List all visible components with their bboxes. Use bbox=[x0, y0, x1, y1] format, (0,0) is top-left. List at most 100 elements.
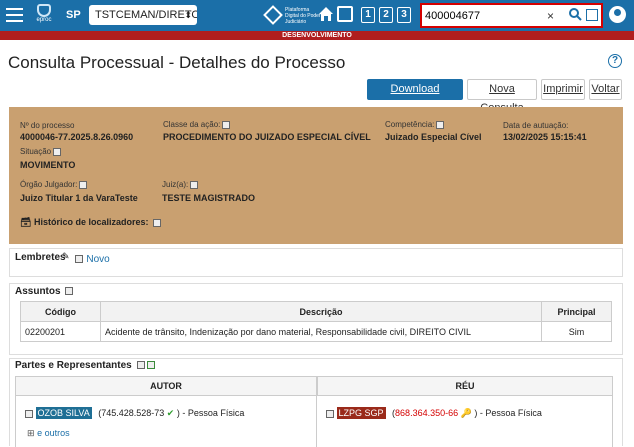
orgao-label-text: Órgão Julgador: bbox=[20, 180, 78, 189]
environment-banner: DESENVOLVIMENTO bbox=[0, 31, 634, 40]
situacao-value: MOVIMENTO bbox=[20, 160, 76, 170]
autor-name-tag[interactable]: OZOB SILVA bbox=[35, 407, 92, 419]
unit-select[interactable]: TSTCEMAN/DIRETOF ⬍ bbox=[89, 5, 197, 25]
historico-label: Histórico de localizadores: bbox=[33, 217, 149, 227]
reu-cpf: 868.364.350-66 bbox=[395, 408, 459, 418]
assuntos-table: Código Descrição Principal 02200201 Acid… bbox=[20, 301, 612, 342]
competencia-doc-icon[interactable] bbox=[436, 120, 445, 129]
user-icon[interactable] bbox=[609, 6, 626, 23]
assuntos-doc-icon[interactable] bbox=[65, 287, 74, 296]
competencia-value: Juizado Especial Cível bbox=[385, 132, 482, 142]
novo-lembrete-link[interactable]: Novo bbox=[73, 251, 110, 265]
juiz-value: TESTE MAGISTRADO bbox=[162, 193, 256, 203]
assuntos-title: Assuntos bbox=[15, 286, 74, 297]
menu-icon[interactable] bbox=[6, 8, 23, 22]
check-icon: ✔ bbox=[166, 408, 175, 418]
situacao-label: Situação bbox=[20, 147, 62, 156]
reu-doc-icon[interactable] bbox=[326, 409, 334, 418]
lembretes-title: Lembretes bbox=[15, 252, 66, 263]
process-search-input[interactable] bbox=[425, 7, 535, 25]
e-outros-link[interactable]: ⊞ e outros bbox=[27, 428, 70, 439]
e-outros-label: e outros bbox=[37, 428, 70, 438]
partes-section: Partes e Representantes AUTOR RÉU OZOB S… bbox=[9, 358, 623, 447]
autor-cpf: (745.428.528-73 bbox=[98, 408, 165, 418]
classe-value: PROCEDIMENTO DO JUIZADO ESPECIAL CÍVEL bbox=[163, 132, 371, 142]
voltar-label: Voltar bbox=[591, 83, 620, 95]
quick-button-3[interactable]: 3 bbox=[397, 7, 411, 23]
assuntos-header-row: Código Descrição Principal bbox=[20, 301, 612, 322]
reu-tipo: ) - Pessoa Física bbox=[474, 408, 542, 418]
autor-cell: OZOB SILVA (745.428.528-73 ✔ ) - Pessoa … bbox=[15, 396, 317, 447]
col-header-descricao: Descrição bbox=[100, 301, 542, 322]
process-search-box: × bbox=[420, 3, 603, 28]
new-note-icon bbox=[75, 254, 83, 263]
juiz-label-text: Juiz(a): bbox=[162, 180, 189, 189]
historico-doc-icon[interactable] bbox=[153, 218, 161, 227]
numero-value[interactable]: 4000046-77.2025.8.26.0960 bbox=[20, 132, 133, 142]
reu-name-tag[interactable]: LZPG SGP bbox=[336, 407, 386, 419]
assuntos-title-text: Assuntos bbox=[15, 286, 61, 297]
juiz-label: Juiz(a): bbox=[162, 180, 199, 189]
competencia-label-text: Competência: bbox=[385, 120, 435, 129]
top-bar: eproc SP TSTCEMAN/DIRETOF ⬍ Plataforma D… bbox=[0, 0, 634, 31]
partes-title-text: Partes e Representantes bbox=[15, 360, 132, 371]
autor-line: OZOB SILVA (745.428.528-73 ✔ ) - Pessoa … bbox=[23, 407, 244, 419]
classe-doc-icon[interactable] bbox=[222, 120, 231, 129]
autor-header: AUTOR bbox=[15, 376, 317, 396]
process-info-panel: Nº do processo 4000046-77.2025.8.26.0960… bbox=[9, 107, 623, 244]
pencil-icon[interactable]: ✎ bbox=[62, 251, 70, 262]
situacao-doc-icon[interactable] bbox=[53, 147, 62, 156]
reu-header: RÉU bbox=[317, 376, 613, 396]
descricao-cell: Acidente de trânsito, Indenização por da… bbox=[100, 321, 542, 342]
voltar-button[interactable]: Voltar bbox=[589, 79, 622, 100]
col-header-codigo: Código bbox=[20, 301, 101, 322]
external-link-icon[interactable] bbox=[586, 9, 598, 21]
classe-label: Classe da ação: bbox=[163, 120, 231, 129]
quick-button-1[interactable]: 1 bbox=[361, 7, 375, 23]
autor-doc-icon[interactable] bbox=[25, 409, 33, 418]
data-value: 13/02/2025 15:15:41 bbox=[503, 132, 587, 142]
numero-label: Nº do processo bbox=[20, 121, 75, 130]
reu-line: LZPG SGP (868.364.350-66 🔑 ) - Pessoa Fí… bbox=[324, 407, 542, 419]
lembretes-section: Lembretes ✎ Novo bbox=[9, 248, 623, 277]
nova-consulta-button[interactable]: Nova Consulta bbox=[467, 79, 537, 114]
juiz-doc-icon[interactable] bbox=[190, 180, 199, 189]
history-icon: 🗃 bbox=[20, 217, 32, 227]
orgao-doc-icon[interactable] bbox=[79, 180, 88, 189]
autor-tipo: ) - Pessoa Física bbox=[176, 408, 245, 418]
pdpj-diamond-icon bbox=[263, 5, 283, 25]
classe-label-text: Classe da ação: bbox=[163, 120, 221, 129]
novo-lembrete-label: Novo bbox=[86, 254, 110, 265]
principal-cell: Sim bbox=[541, 321, 612, 342]
eproc-logo[interactable]: eproc bbox=[33, 4, 55, 28]
help-icon[interactable]: ? bbox=[608, 54, 622, 68]
home-icon[interactable] bbox=[318, 6, 334, 22]
competencia-label: Competência: bbox=[385, 120, 445, 129]
eproc-logo-label: eproc bbox=[36, 17, 52, 23]
situacao-label-text: Situação bbox=[20, 147, 52, 156]
search-icon[interactable] bbox=[568, 7, 582, 21]
page-title: Consulta Processual - Detalhes do Proces… bbox=[8, 53, 346, 72]
pdpj-text: Plataforma Digital do Poder Judiciário bbox=[285, 7, 321, 25]
orgao-label: Órgão Julgador: bbox=[20, 180, 88, 189]
data-label: Data de autuação: bbox=[503, 121, 569, 130]
table-row: 02200201 Acidente de trânsito, Indenizaç… bbox=[20, 321, 612, 342]
clear-icon[interactable]: × bbox=[547, 9, 554, 23]
download-button[interactable]: Download Completo bbox=[367, 79, 463, 114]
state-label: SP bbox=[66, 9, 81, 21]
unit-select-value: TSTCEMAN/DIRETOF bbox=[95, 9, 197, 21]
historico-localizadores[interactable]: 🗃 Histórico de localizadores: bbox=[20, 217, 161, 228]
pdpj-logo[interactable]: Plataforma Digital do Poder Judiciário bbox=[263, 5, 321, 26]
expand-icon: ⊞ bbox=[27, 428, 35, 438]
key-icon: 🔑 bbox=[460, 408, 472, 418]
quick-button-2[interactable]: 2 bbox=[379, 7, 393, 23]
reu-cell: LZPG SGP (868.364.350-66 🔑 ) - Pessoa Fí… bbox=[317, 396, 613, 447]
partes-add-icon[interactable] bbox=[146, 361, 155, 370]
partes-title: Partes e Representantes bbox=[15, 360, 155, 371]
network-icon[interactable] bbox=[337, 6, 353, 22]
chevron-updown-icon: ⬍ bbox=[184, 10, 192, 20]
orgao-value: Juizo Titular 1 da VaraTeste bbox=[20, 193, 138, 203]
col-header-principal: Principal bbox=[541, 301, 612, 322]
partes-doc-icon[interactable] bbox=[136, 361, 145, 370]
imprimir-button[interactable]: Imprimir bbox=[541, 79, 585, 100]
